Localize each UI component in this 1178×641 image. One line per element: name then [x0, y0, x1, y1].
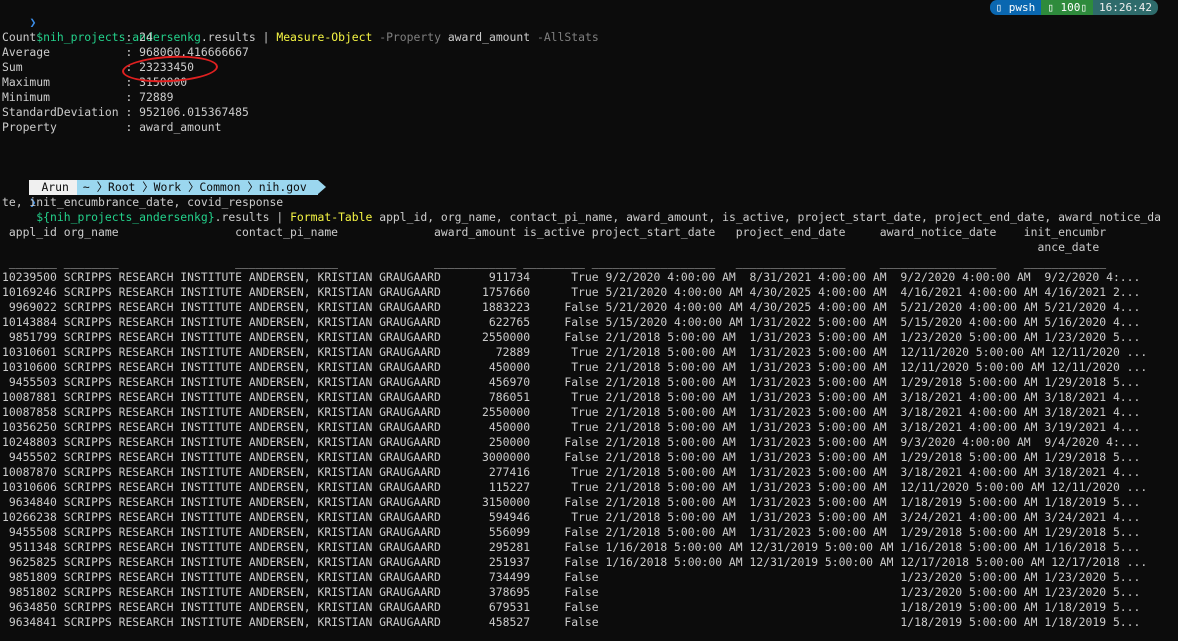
table-row: 9851809 SCRIPPS RESEARCH INSTITUTE ANDER…	[2, 570, 1141, 584]
table-row: 9969022 SCRIPPS RESEARCH INSTITUTE ANDER…	[2, 300, 1141, 314]
command-line-format-wrap: te, init_encumbrance_date, covid_respons…	[2, 195, 1178, 210]
table-row: 10310600 SCRIPPS RESEARCH INSTITUTE ANDE…	[2, 360, 1148, 374]
table-row: 9455502 SCRIPPS RESEARCH INSTITUTE ANDER…	[2, 450, 1141, 464]
shell-name: pwsh	[1008, 1, 1036, 14]
table-output: appl_id org_name contact_pi_name award_a…	[2, 225, 1178, 630]
table-row: 10310606 SCRIPPS RESEARCH INSTITUTE ANDE…	[2, 480, 1148, 494]
table-row: 9511348 SCRIPPS RESEARCH INSTITUTE ANDER…	[2, 540, 1141, 554]
table-row: 9634841 SCRIPPS RESEARCH INSTITUTE ANDER…	[2, 615, 1141, 629]
table-row: 10356250 SCRIPPS RESEARCH INSTITUTE ANDE…	[2, 420, 1141, 434]
prompt-bar: Arun ~ 〉Root 〉Work 〉Common 〉nih.gov	[2, 165, 1178, 195]
table-row: 10087881 SCRIPPS RESEARCH INSTITUTE ANDE…	[2, 390, 1141, 404]
right-prompt: ▯ pwsh ▯ 100▯ 16:26:42	[989, 0, 1158, 15]
stat-stddev: StandardDeviation : 952106.015367485	[2, 105, 249, 119]
terminal-icon: ▯	[995, 1, 1003, 14]
stats-output: Count : 24 Average : 968060.416666667 Su…	[2, 30, 1178, 135]
table-row: 10087858 SCRIPPS RESEARCH INSTITUTE ANDE…	[2, 405, 1141, 419]
args-wrap-token: te, init_encumbrance_date, covid_respons…	[2, 195, 284, 209]
table-row: 10087870 SCRIPPS RESEARCH INSTITUTE ANDE…	[2, 465, 1141, 479]
stat-property: Property : award_amount	[2, 120, 222, 134]
stat-count: Count : 24	[2, 30, 153, 44]
table-rows: 10239500 SCRIPPS RESEARCH INSTITUTE ANDE…	[2, 270, 1178, 630]
table-row: 9634850 SCRIPPS RESEARCH INSTITUTE ANDER…	[2, 600, 1141, 614]
table-row: 9455503 SCRIPPS RESEARCH INSTITUTE ANDER…	[2, 375, 1141, 389]
exit-segment: ▯ 100▯	[1041, 0, 1094, 15]
terminal-window[interactable]: ❯ $nih_projects_andersenkg.results | Mea…	[2, 0, 1178, 641]
table-row: 9851799 SCRIPPS RESEARCH INSTITUTE ANDER…	[2, 330, 1141, 344]
table-header-wrap: ance_date	[2, 240, 1100, 254]
table-underline: _______ ________ _______________ _______…	[2, 255, 1107, 269]
clock-time: 16:26:42	[1099, 1, 1152, 14]
stat-sum: Sum : 23233450	[2, 60, 195, 74]
table-row: 10169246 SCRIPPS RESEARCH INSTITUTE ANDE…	[2, 285, 1141, 299]
table-row: 10248803 SCRIPPS RESEARCH INSTITUTE ANDE…	[2, 435, 1141, 449]
table-row: 10310601 SCRIPPS RESEARCH INSTITUTE ANDE…	[2, 345, 1148, 359]
stat-minimum: Minimum : 72889	[2, 90, 174, 104]
check-icon: ▯	[1047, 1, 1054, 14]
table-row: 9634840 SCRIPPS RESEARCH INSTITUTE ANDER…	[2, 495, 1141, 509]
command-line-format: ❯ ${nih_projects_andersenkg}.results | F…	[2, 180, 1178, 224]
exit-code: 100	[1060, 1, 1081, 14]
stat-average: Average : 968060.416666667	[2, 45, 249, 59]
time-segment: 16:26:42	[1093, 0, 1158, 15]
table-row: 10143884 SCRIPPS RESEARCH INSTITUTE ANDE…	[2, 315, 1141, 329]
table-row: 10266238 SCRIPPS RESEARCH INSTITUTE ANDE…	[2, 510, 1141, 524]
table-header: appl_id org_name contact_pi_name award_a…	[2, 225, 1107, 239]
table-row: 10239500 SCRIPPS RESEARCH INSTITUTE ANDE…	[2, 270, 1141, 284]
command-line-measure: ❯ $nih_projects_andersenkg.results | Mea…	[2, 0, 1178, 44]
table-row: 9625825 SCRIPPS RESEARCH INSTITUTE ANDER…	[2, 555, 1148, 569]
table-row: 9851802 SCRIPPS RESEARCH INSTITUTE ANDER…	[2, 585, 1141, 599]
table-row: 9455508 SCRIPPS RESEARCH INSTITUTE ANDER…	[2, 525, 1141, 539]
stat-maximum: Maximum : 3150000	[2, 75, 188, 89]
shell-segment: ▯ pwsh	[989, 0, 1042, 15]
